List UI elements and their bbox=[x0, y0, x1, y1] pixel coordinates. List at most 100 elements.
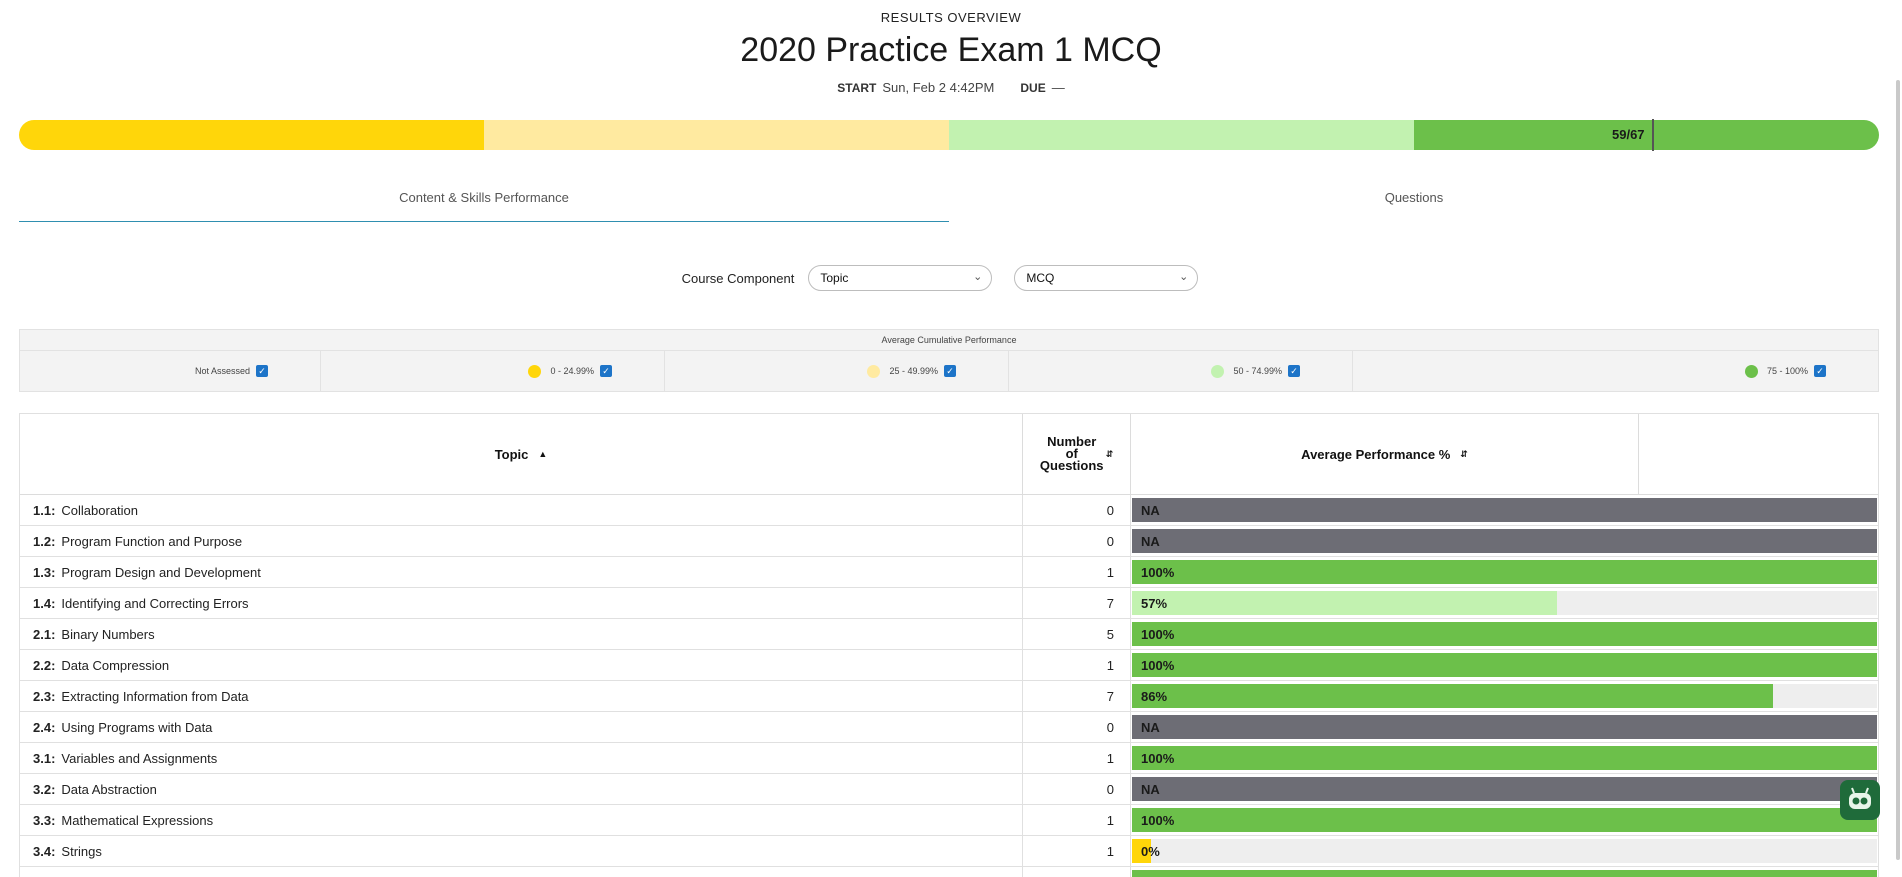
topic-code: 2.1: bbox=[33, 627, 56, 642]
table-row[interactable]: 2.3: Extracting Information from Data 7 86% bbox=[20, 681, 1878, 712]
performance-bar-track: NA bbox=[1132, 777, 1877, 801]
table-row[interactable]: 3.1: Variables and Assignments 1 100% bbox=[20, 743, 1878, 774]
topic-name: Identifying and Correcting Errors bbox=[61, 596, 249, 611]
topic-name: Data Abstraction bbox=[61, 782, 157, 797]
sort-icon: ⇵ bbox=[1105, 448, 1114, 459]
legend-checkbox-25-49[interactable]: ✓ bbox=[944, 365, 956, 377]
question-count-cell: 0 bbox=[1023, 712, 1131, 742]
performance-bar-track: 100% bbox=[1132, 560, 1877, 584]
legend-checkbox-50-74[interactable]: ✓ bbox=[1288, 365, 1300, 377]
table-row[interactable]: 1.2: Program Function and Purpose 0 NA bbox=[20, 526, 1878, 557]
scrollbar-thumb[interactable] bbox=[1896, 80, 1900, 860]
table-row[interactable]: 1.4: Identifying and Correcting Errors 7 57… bbox=[20, 588, 1878, 619]
topic-code: 3.4: bbox=[33, 844, 56, 859]
due-value: — bbox=[1051, 80, 1065, 95]
column-header-num-questions[interactable]: Number of Questions ⇵ bbox=[1023, 414, 1131, 494]
table-row[interactable]: 2.1: Binary Numbers 5 100% bbox=[20, 619, 1878, 650]
topic-code: 2.4: bbox=[33, 720, 56, 735]
legend-dot-50-74 bbox=[1211, 364, 1225, 378]
topic-cell: 3.3: Mathematical Expressions bbox=[20, 805, 1023, 835]
performance-value: 57% bbox=[1141, 596, 1168, 611]
topic-cell: 1.4: Identifying and Correcting Errors bbox=[20, 588, 1023, 618]
topic-cell: 2.2: Data Compression bbox=[20, 650, 1023, 680]
performance-cell: 100% bbox=[1131, 557, 1878, 587]
performance-cell: 100% bbox=[1131, 619, 1878, 649]
table-row[interactable]: 3.2: Data Abstraction 0 NA bbox=[20, 774, 1878, 805]
performance-legend: Average Cumulative Performance Not Asses… bbox=[19, 329, 1879, 392]
legend-dot-25-49 bbox=[867, 364, 881, 378]
legend-label: 25 - 49.99% bbox=[889, 366, 938, 376]
exam-dates: START Sun, Feb 2 4:42PM DUE — bbox=[0, 80, 1902, 95]
tab-bar: Content & Skills Performance Questions bbox=[19, 180, 1879, 222]
topic-name: Binary Numbers bbox=[61, 627, 155, 642]
topic-select-value: Topic bbox=[820, 271, 849, 285]
performance-bar-fill bbox=[1132, 560, 1877, 584]
table-row[interactable]: 1.3: Program Design and Development 1 100% bbox=[20, 557, 1878, 588]
mcq-select[interactable]: MCQ ⌄ bbox=[1014, 265, 1199, 291]
topic-name: Data Compression bbox=[61, 658, 170, 673]
score-segment-0 bbox=[19, 120, 484, 150]
question-count-cell bbox=[1023, 867, 1131, 877]
performance-bar-track: NA bbox=[1132, 498, 1877, 522]
performance-bar-fill bbox=[1132, 498, 1877, 522]
legend-checkbox-75-100[interactable]: ✓ bbox=[1814, 365, 1826, 377]
sort-ascending-icon: ▲ bbox=[538, 449, 548, 459]
performance-bar-track bbox=[1132, 870, 1877, 877]
topic-code: 3.3: bbox=[33, 813, 56, 828]
question-count-cell: 1 bbox=[1023, 805, 1131, 835]
table-row[interactable]: 2.4: Using Programs with Data 0 NA bbox=[20, 712, 1878, 743]
question-count-cell: 7 bbox=[1023, 588, 1131, 618]
performance-cell: NA bbox=[1131, 774, 1878, 804]
performance-bar-track: 100% bbox=[1132, 746, 1877, 770]
topic-select[interactable]: Topic ⌄ bbox=[808, 265, 993, 291]
due-label: DUE bbox=[1020, 81, 1046, 95]
tab-content-skills[interactable]: Content & Skills Performance bbox=[19, 180, 949, 222]
table-row[interactable]: 3.3: Mathematical Expressions 1 100% bbox=[20, 805, 1878, 836]
performance-bar-fill bbox=[1132, 870, 1877, 877]
num-questions-header-label: Number of Questions bbox=[1039, 434, 1104, 473]
tab-questions[interactable]: Questions bbox=[949, 180, 1879, 222]
legend-label: 50 - 74.99% bbox=[1233, 366, 1282, 376]
topic-code: 1.4: bbox=[33, 596, 56, 611]
table-row[interactable]: 1.1: Collaboration 0 NA bbox=[20, 495, 1878, 526]
scrollbar-track[interactable] bbox=[1890, 0, 1902, 877]
score-segment-1 bbox=[484, 120, 949, 150]
legend-checkbox-0-24[interactable]: ✓ bbox=[600, 365, 612, 377]
performance-bar-fill bbox=[1132, 715, 1877, 739]
avg-performance-header-label: Average Performance % bbox=[1301, 446, 1451, 462]
question-count-cell: 1 bbox=[1023, 836, 1131, 866]
topic-name: Strings bbox=[61, 844, 102, 859]
performance-bar-fill bbox=[1132, 808, 1877, 832]
column-header-topic[interactable]: Topic ▲ bbox=[20, 414, 1023, 494]
performance-bar-track: 100% bbox=[1132, 808, 1877, 832]
topic-cell: 3.4: Strings bbox=[20, 836, 1023, 866]
performance-value: 100% bbox=[1141, 658, 1175, 673]
column-header-blank bbox=[1639, 414, 1878, 494]
question-count-cell: 7 bbox=[1023, 681, 1131, 711]
results-eyebrow: RESULTS OVERVIEW bbox=[880, 10, 1022, 25]
topic-name: Program Function and Purpose bbox=[61, 534, 243, 549]
topic-name: Mathematical Expressions bbox=[61, 813, 214, 828]
topic-name: Using Programs with Data bbox=[61, 720, 213, 735]
performance-cell: 0% bbox=[1131, 836, 1878, 866]
performance-bar-fill bbox=[1132, 746, 1877, 770]
topic-code: 2.3: bbox=[33, 689, 56, 704]
table-row[interactable]: 2.2: Data Compression 1 100% bbox=[20, 650, 1878, 681]
topic-name: Extracting Information from Data bbox=[61, 689, 249, 704]
start-value: Sun, Feb 2 4:42PM bbox=[882, 80, 995, 95]
topic-cell: 2.3: Extracting Information from Data bbox=[20, 681, 1023, 711]
performance-bar-track: 100% bbox=[1132, 653, 1877, 677]
table-row[interactable]: 3.4: Strings 1 0% bbox=[20, 836, 1878, 867]
performance-bar-fill bbox=[1132, 622, 1877, 646]
performance-bar-fill bbox=[1132, 529, 1877, 553]
legend-dot-75-100 bbox=[1744, 364, 1758, 378]
score-segment-2 bbox=[949, 120, 1414, 150]
robot-icon bbox=[1849, 787, 1871, 809]
performance-value: NA bbox=[1141, 503, 1160, 518]
assistant-bot-button[interactable] bbox=[1840, 780, 1880, 820]
performance-cell: 100% bbox=[1131, 743, 1878, 773]
legend-checkbox-not-assessed[interactable]: ✓ bbox=[256, 365, 268, 377]
table-row[interactable] bbox=[20, 867, 1878, 877]
performance-value: 0% bbox=[1141, 844, 1160, 859]
column-header-avg-performance[interactable]: Average Performance % ⇵ bbox=[1131, 414, 1639, 494]
